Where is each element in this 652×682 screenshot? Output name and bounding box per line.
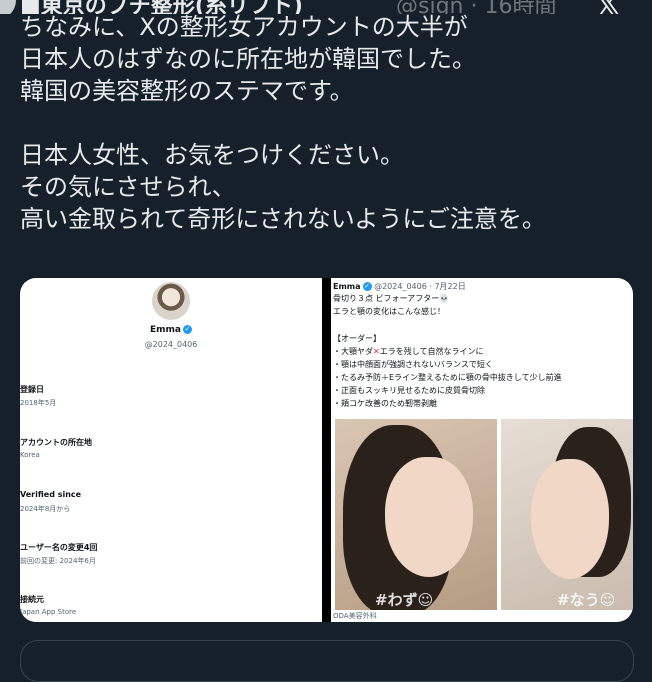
- field-value: Korea: [20, 451, 40, 459]
- order-item: ・頬コケ改善のため靭帯剥離: [333, 399, 437, 408]
- tweet-line: ちなみに、Xの整形女アカウントの大半が: [20, 13, 468, 41]
- media-divider: [322, 278, 331, 622]
- verified-badge-icon: ✓: [182, 325, 192, 334]
- field-label: ユーザー名の変更4回: [20, 543, 98, 552]
- tweet-line: 韓国の美容整形のステマです。: [20, 77, 354, 105]
- post-screenshot[interactable]: Emma ✓ @2024_0406 · 7月22日 骨切り３点 ビフォーアフター💀…: [331, 278, 633, 622]
- post-meta: @2024_0406 · 7月22日: [374, 282, 466, 291]
- tweet-line: その気にさせられ、: [20, 173, 236, 201]
- clinic-name: ODA美容外科: [333, 612, 377, 620]
- field-label: Verified since: [20, 490, 82, 499]
- tweet-line: [20, 107, 640, 139]
- order-item: ・正面もスッキリ見せるために皮質骨切除: [333, 386, 485, 395]
- profile-avatar: [152, 282, 190, 320]
- field-value: 2024年8月から: [20, 505, 71, 513]
- tweet-line: 日本人のはずなのに所在地が韓国でした。: [20, 45, 476, 73]
- profile-handle: @2024_0406: [144, 340, 198, 349]
- profile-screenshot[interactable]: Emma ✓ @2024_0406 登録日 2018年5月 アカウントの所在地 K…: [20, 278, 322, 622]
- before-photo[interactable]: #わず☺: [335, 419, 497, 610]
- tweet-media[interactable]: Emma ✓ @2024_0406 登録日 2018年5月 アカウントの所在地 K…: [20, 278, 633, 622]
- tweet-line: 高い金取られて奇形にされないようにご注意を。: [20, 205, 546, 233]
- post-line: 骨切り３点 ビフォーアフター💀: [333, 294, 450, 303]
- order-title: 【オーダー】: [333, 334, 381, 343]
- after-caption: #なう☺: [557, 591, 616, 609]
- order-item: ・大顎ヤダ✕エラを残して自然なラインに: [333, 347, 484, 356]
- after-photo[interactable]: #なう☺: [501, 419, 633, 610]
- field-value: 2018年5月: [20, 399, 57, 407]
- field-label: 登録日: [20, 385, 44, 394]
- order-item: ・たるみ予防＋Eライン整えるために顎の骨中抜きして少し前進: [333, 373, 562, 382]
- before-caption: #わず☺: [375, 591, 434, 609]
- reply-input[interactable]: [20, 640, 634, 682]
- tweet-line: 日本人女性、お気をつけください。: [20, 141, 404, 169]
- field-value: Japan App Store: [20, 608, 77, 616]
- field-label: 接続元: [20, 595, 44, 604]
- verified-badge-icon: ✓: [362, 282, 372, 291]
- order-item: ・顎は中顔面が強調されないバランスで短く: [333, 360, 493, 369]
- profile-name: Emma: [150, 325, 181, 335]
- field-label: アカウントの所在地: [20, 438, 92, 447]
- red-x-icon: ✕: [373, 347, 380, 356]
- tweet-text: ちなみに、Xの整形女アカウントの大半が 日本人のはずなのに所在地が韓国でした。 …: [20, 11, 640, 235]
- post-line: エラと顎の変化はこんな感じ！: [333, 307, 445, 316]
- post-author: Emma: [333, 282, 361, 291]
- field-value: 前回の変更: 2024年6月: [20, 557, 96, 565]
- avatar[interactable]: [0, 0, 18, 14]
